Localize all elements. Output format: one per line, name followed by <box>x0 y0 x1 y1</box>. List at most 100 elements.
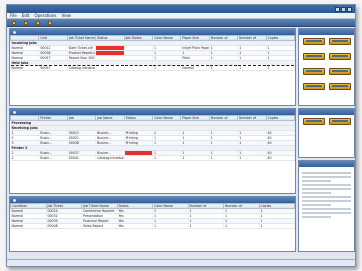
pin-icon[interactable] <box>13 110 16 114</box>
toolbar <box>7 19 355 27</box>
top-cell: 1 <box>209 65 239 71</box>
device-grid <box>299 35 354 98</box>
preview-line <box>302 204 332 206</box>
device-tile[interactable] <box>302 68 325 80</box>
middle-cell: 00041 <box>67 155 97 161</box>
top-row[interactable]: Normal00057Catalog Introduction1Normal11… <box>10 65 295 71</box>
device-icon <box>302 53 325 60</box>
bottom-cell: 00048 <box>46 223 82 229</box>
top-cell: Normal <box>180 65 210 71</box>
preview-line <box>302 176 351 178</box>
middle-cell: 1 <box>180 155 210 161</box>
top-cell: Catalog Introduction <box>67 65 97 71</box>
preview-line <box>302 208 351 210</box>
device-icon <box>328 118 351 125</box>
side-area <box>298 28 355 258</box>
minimize-button[interactable] <box>335 6 340 12</box>
document-panel <box>298 160 355 252</box>
middle-cell <box>124 155 153 161</box>
top-cell: 00057 <box>38 65 68 71</box>
main-area: Unit Job Ticket Name Status Job Status Color… <box>9 28 296 258</box>
report-icon <box>36 20 40 25</box>
middle-cell: Catalog Introduction <box>95 155 125 161</box>
menu-edit[interactable]: Edit <box>22 13 30 18</box>
device-tile[interactable] <box>302 118 325 130</box>
bottom-cell: 1 <box>188 223 224 229</box>
menu-view[interactable]: View <box>61 13 71 18</box>
top-cell <box>124 65 153 71</box>
device-tile[interactable] <box>328 38 351 50</box>
device-icon <box>302 38 325 45</box>
fleet-icon <box>12 20 16 25</box>
preview-line <box>302 216 332 218</box>
device-icon <box>328 68 351 75</box>
top-cell: 1 <box>237 65 267 71</box>
close-button[interactable] <box>347 6 352 12</box>
middle-cell: 1 <box>237 155 267 161</box>
maximize-button[interactable] <box>341 6 346 12</box>
bottom-row[interactable]: Normal 00048 Sales Report Yes 1 1 1 1 <box>10 223 295 229</box>
device-icon <box>328 53 351 60</box>
app-window: File Edit Operations View Unit Job Ticket… <box>6 4 356 267</box>
status-bar <box>7 259 355 266</box>
preview-line <box>302 200 351 202</box>
top-cell: Date Ticket.cdf <box>67 45 97 51</box>
device-tile[interactable] <box>328 83 351 95</box>
document-preview <box>299 167 354 223</box>
bottom-cell: Sales Report <box>81 223 118 229</box>
preview-line <box>302 196 351 198</box>
device-tile[interactable] <box>302 53 325 65</box>
toolbar-button-2[interactable] <box>22 20 31 26</box>
top-panel: Unit Job Ticket Name Status Job Status Color… <box>9 28 296 106</box>
middle-cell: 2 <box>10 155 40 161</box>
device-grid-2 <box>299 115 354 133</box>
middle-cell: Busin... <box>38 155 68 161</box>
settings-icon <box>48 20 52 25</box>
device-icon <box>328 38 351 45</box>
device-tile[interactable] <box>302 38 325 50</box>
device-tile[interactable] <box>328 68 351 80</box>
preview-line <box>302 188 351 190</box>
top-col-header[interactable]: Job Ticket Name <box>66 35 97 41</box>
bottom-cell: 1 <box>223 223 260 229</box>
device-panel-2 <box>298 108 355 158</box>
bottom-cell: 1 <box>152 223 189 229</box>
top-cell: 1 <box>152 65 182 71</box>
pin-icon[interactable] <box>13 30 16 34</box>
preview-line <box>302 172 351 174</box>
toolbar-button-1[interactable] <box>10 20 19 26</box>
middle-table: Printer Job Job Name Status Color Name Paper … <box>10 115 295 161</box>
middle-cell: 40 <box>266 155 295 161</box>
top-cell <box>95 65 125 71</box>
middle-row[interactable]: 2Busin...00041Catalog Introduction111140 <box>10 155 295 161</box>
top-cell: Report Nov. 2003 <box>67 55 97 61</box>
device-icon <box>328 83 351 90</box>
title-bar <box>7 5 355 13</box>
top-cell: Normal <box>10 65 40 71</box>
menu-operations[interactable]: Operations <box>34 13 56 18</box>
device-icon <box>302 118 325 125</box>
device-icon <box>302 83 325 90</box>
toolbar-button-4[interactable] <box>46 20 55 26</box>
vehicle-icon <box>24 20 28 25</box>
bottom-panel: Condition Job Ticket Job Ticket Name Status… <box>9 196 296 252</box>
toolbar-button-3[interactable] <box>34 20 43 26</box>
bottom-cell: Yes <box>117 223 153 229</box>
preview-line <box>302 192 332 194</box>
bottom-table: Condition Job Ticket Job Ticket Name Status… <box>10 203 295 229</box>
bottom-cell: Normal <box>10 223 47 229</box>
top-cell: Product Report.cdf <box>67 50 97 56</box>
top-table: Unit Job Ticket Name Status Job Status Color… <box>10 35 295 71</box>
middle-panel: Printer Job Job Name Status Color Name Paper … <box>9 108 296 194</box>
bottom-cell: Conference Booklet <box>81 208 118 214</box>
pin-icon[interactable] <box>13 198 16 202</box>
device-tile[interactable] <box>302 83 325 95</box>
preview-line <box>302 180 332 182</box>
device-panel <box>298 28 355 106</box>
bottom-cell: 1 <box>259 223 295 229</box>
device-tile[interactable] <box>328 53 351 65</box>
preview-line <box>302 184 351 186</box>
menu-file[interactable]: File <box>10 13 17 18</box>
device-icon <box>302 68 325 75</box>
device-tile[interactable] <box>328 118 351 130</box>
